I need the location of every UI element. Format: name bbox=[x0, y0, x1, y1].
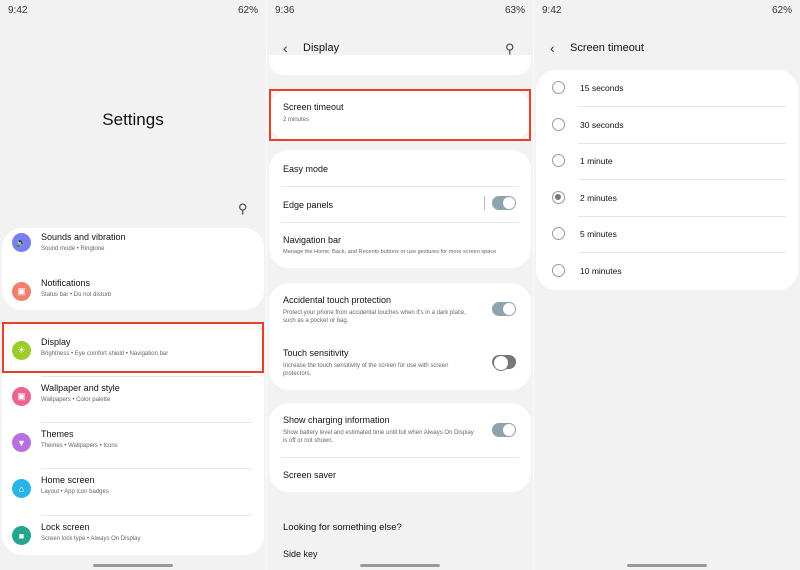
screen-saver-item[interactable]: Screen saver bbox=[283, 470, 336, 480]
card-partial bbox=[269, 55, 531, 75]
home-icon: ⌂ bbox=[12, 479, 31, 498]
settings-item-sounds-and-vibration[interactable]: 🔈 Sounds and vibration Sound mode • Ring… bbox=[0, 228, 266, 268]
lock-icon: ■ bbox=[12, 526, 31, 545]
timeout-options-card: 15 seconds 30 seconds 1 minute 2 minutes… bbox=[536, 70, 798, 290]
edge-panels-toggle[interactable] bbox=[492, 196, 516, 210]
radio-button[interactable] bbox=[552, 81, 565, 94]
item-label: Lock screen bbox=[41, 522, 90, 532]
home-indicator bbox=[93, 564, 173, 567]
side-key-link[interactable]: Side key bbox=[283, 549, 318, 559]
settings-item-lock-screen[interactable]: ■ Lock screen Screen lock type • Always … bbox=[0, 518, 266, 558]
status-bar: 9:42 62% bbox=[8, 5, 258, 19]
display-screen: 9:36 63% ‹ Display ⚲ Screen timeout 2 min… bbox=[267, 0, 533, 570]
page-title: Settings bbox=[102, 110, 164, 129]
item-sub: Brightness • Eye comfort shield • Naviga… bbox=[41, 351, 169, 357]
option-label: 15 seconds bbox=[580, 83, 624, 93]
touch-sensitivity-item[interactable]: Touch sensitivity bbox=[283, 348, 349, 358]
status-time: 9:42 bbox=[8, 5, 28, 16]
radio-button[interactable] bbox=[552, 190, 565, 204]
status-time: 9:36 bbox=[275, 5, 295, 16]
item-label: Wallpaper and style bbox=[41, 383, 120, 393]
item-sub: Sound mode • Ringtone bbox=[41, 246, 105, 252]
option-label: 2 minutes bbox=[580, 192, 617, 203]
timeout-option[interactable]: 10 minutes bbox=[536, 253, 798, 289]
settings-item-display[interactable]: ☀ Display Brightness • Eye comfort shiel… bbox=[0, 333, 266, 373]
search-icon[interactable]: ⚲ bbox=[238, 201, 248, 217]
battery-level: 62% bbox=[771, 5, 792, 16]
image-icon: ▣ bbox=[12, 387, 31, 406]
timeout-option[interactable]: 15 seconds bbox=[536, 70, 798, 107]
divider bbox=[41, 376, 252, 377]
settings-item-home-screen[interactable]: ⌂ Home screen Layout • App icon badges bbox=[0, 471, 266, 511]
item-sub: Status bar • Do not disturb bbox=[41, 292, 112, 298]
item-sub: Show battery level and estimated time un… bbox=[283, 430, 474, 436]
item-label: Sounds and vibration bbox=[41, 232, 126, 242]
settings-item-themes[interactable]: ▼ Themes Themes • Wallpapers • Icons bbox=[0, 425, 266, 465]
notification-icon: ▣ bbox=[12, 282, 31, 301]
item-sub: Increase the touch sensitivity of the sc… bbox=[283, 363, 449, 369]
status-time: 9:42 bbox=[542, 5, 562, 16]
battery-level: 62% bbox=[237, 5, 258, 16]
item-sub: Layout • App icon badges bbox=[41, 489, 109, 495]
brush-icon: ▼ bbox=[12, 433, 31, 452]
screen-timeout-screen: 9:42 62% ‹ Screen timeout 15 seconds 30 s… bbox=[534, 0, 800, 570]
item-sub: is off or not shown. bbox=[283, 438, 334, 444]
settings-item-wallpaper-and-style[interactable]: ▣ Wallpaper and style Wallpapers • Color… bbox=[0, 379, 266, 419]
divider bbox=[41, 515, 252, 516]
status-bar: 9:42 62% bbox=[542, 5, 792, 19]
battery-level: 63% bbox=[504, 5, 525, 16]
page-title: Screen timeout bbox=[570, 42, 644, 54]
option-label: 30 seconds bbox=[580, 119, 624, 130]
radio-button[interactable] bbox=[552, 117, 565, 131]
radio-button[interactable] bbox=[552, 227, 565, 241]
accidental-touch-toggle[interactable] bbox=[492, 302, 516, 316]
item-sub: Themes • Wallpapers • Icons bbox=[41, 443, 118, 449]
option-label: 5 minutes bbox=[580, 229, 617, 240]
item-label: Screen timeout bbox=[283, 102, 344, 112]
sun-icon: ☀ bbox=[12, 341, 31, 360]
section-heading: Looking for something else? bbox=[283, 522, 402, 533]
charging-info-item[interactable]: Show charging information bbox=[283, 415, 390, 425]
item-sub: Screen lock type • Always On Display bbox=[41, 536, 141, 542]
home-indicator bbox=[627, 564, 707, 567]
accidental-touch-item[interactable]: Accidental touch protection bbox=[283, 295, 391, 305]
divider bbox=[41, 422, 252, 423]
timeout-option[interactable]: 5 minutes bbox=[536, 216, 798, 254]
screen-timeout-item[interactable]: Screen timeout 2 minutes bbox=[269, 90, 531, 140]
item-label: Home screen bbox=[41, 475, 95, 485]
card-display-4: Show charging information Show battery l… bbox=[269, 403, 531, 492]
edge-panels-item[interactable]: Edge panels bbox=[283, 200, 333, 210]
card-display-2: Easy mode Edge panels Navigation bar Man… bbox=[269, 150, 531, 268]
item-sub: 2 minutes bbox=[283, 117, 310, 123]
card-display-3: Accidental touch protection Protect your… bbox=[269, 283, 531, 390]
option-label: 10 minutes bbox=[580, 266, 622, 276]
timeout-option[interactable]: 30 seconds bbox=[536, 107, 798, 144]
item-label: Themes bbox=[41, 429, 74, 439]
item-label: Notifications bbox=[41, 278, 91, 288]
item-sub: such as a pocket or bag. bbox=[283, 318, 349, 324]
touch-sensitivity-toggle[interactable] bbox=[492, 355, 516, 371]
option-label: 1 minute bbox=[580, 156, 613, 167]
speaker-icon: 🔈 bbox=[12, 233, 31, 252]
charging-info-toggle[interactable] bbox=[492, 423, 516, 437]
divider bbox=[41, 468, 252, 469]
home-indicator bbox=[360, 564, 440, 567]
item-label: Display bbox=[41, 337, 71, 347]
back-icon[interactable]: ‹ bbox=[550, 40, 555, 56]
item-sub: protectors. bbox=[283, 371, 312, 377]
settings-screen: 9:42 62% Settings ⚲ 🔈 Sounds and vibratio… bbox=[0, 0, 266, 570]
timeout-option[interactable]: 1 minute bbox=[536, 143, 798, 181]
radio-button[interactable] bbox=[552, 154, 565, 168]
timeout-option[interactable]: 2 minutes bbox=[536, 180, 798, 217]
easy-mode-item[interactable]: Easy mode bbox=[283, 164, 328, 174]
radio-button[interactable] bbox=[552, 264, 565, 277]
item-sub: Wallpapers • Color palette bbox=[41, 397, 111, 403]
settings-item-notifications[interactable]: ▣ Notifications Status bar • Do not dist… bbox=[0, 274, 266, 314]
status-bar: 9:36 63% bbox=[275, 5, 525, 19]
item-sub: Protect your phone from accidental touch… bbox=[283, 310, 466, 316]
navigation-bar-item[interactable]: Navigation bar bbox=[283, 235, 341, 245]
page-title: Display bbox=[303, 42, 340, 54]
back-icon[interactable]: ‹ bbox=[283, 40, 288, 56]
item-sub: Manage the Home, Back, and Recents butto… bbox=[283, 249, 497, 255]
